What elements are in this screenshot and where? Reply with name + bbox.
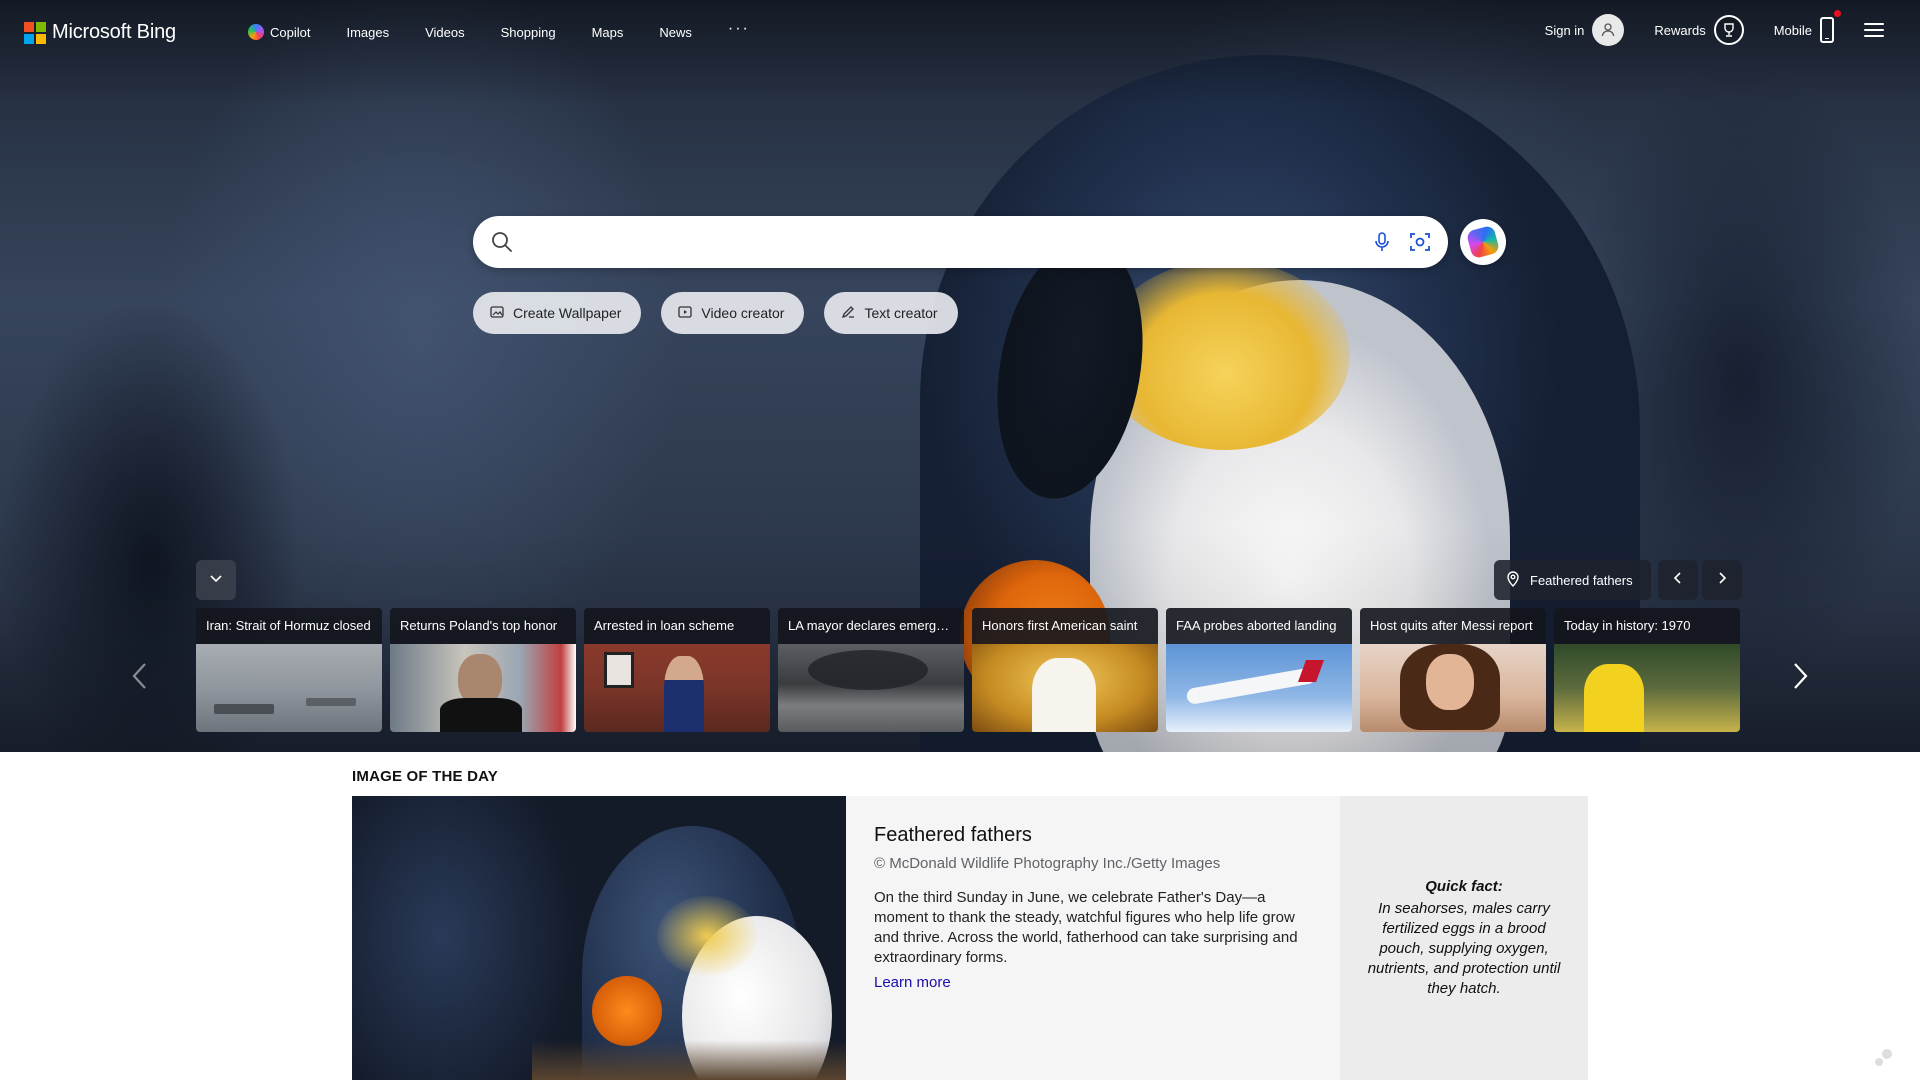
nav-shopping[interactable]: Shopping	[501, 25, 556, 40]
news-card[interactable]: Arrested in loan scheme	[584, 608, 770, 732]
news-card[interactable]: Honors first American saint	[972, 608, 1158, 732]
nav-label: Copilot	[270, 24, 311, 40]
location-label: Feathered fathers	[1530, 572, 1633, 588]
card-image	[972, 644, 1158, 732]
card-image	[1166, 644, 1352, 732]
card-title: Iran: Strait of Hormuz closed	[196, 608, 382, 644]
card-title: Today in history: 1970	[1554, 608, 1740, 644]
chip-label: Text creator	[864, 305, 938, 321]
iotd-credit: © McDonald Wildlife Photography Inc./Get…	[874, 855, 1221, 872]
bing-logo[interactable]: Microsoft Bing	[24, 21, 176, 44]
news-card[interactable]: Today in history: 1970	[1554, 608, 1740, 732]
user-avatar-icon	[1592, 14, 1625, 46]
phone-icon	[1820, 10, 1841, 43]
chip-label: Create Wallpaper	[513, 305, 622, 321]
more-menu-button[interactable]: ···	[728, 20, 750, 38]
iotd-image[interactable]	[352, 796, 846, 1080]
news-card[interactable]: Iran: Strait of Hormuz closed	[196, 608, 382, 732]
news-card[interactable]: Returns Poland's top honor	[390, 608, 576, 732]
logo-text: Microsoft Bing	[52, 21, 176, 43]
card-title: Returns Poland's top honor	[390, 608, 576, 644]
image-location-button[interactable]: Feathered fathers	[1494, 560, 1651, 600]
carousel-next-button[interactable]	[1782, 660, 1818, 696]
card-image	[778, 644, 964, 732]
sign-in-label: Sign in	[1544, 22, 1585, 38]
card-image	[584, 644, 770, 732]
account-nav: Sign in Rewards Mobile	[1515, 10, 1884, 46]
microsoft-logo-icon	[24, 21, 46, 44]
create-wallpaper-button[interactable]: Create Wallpaper	[473, 292, 642, 334]
trophy-icon	[1713, 15, 1744, 45]
video-creator-icon	[677, 304, 693, 323]
card-image	[1360, 644, 1546, 732]
card-title: FAA probes aborted landing	[1166, 608, 1352, 644]
mobile-label: Mobile	[1773, 22, 1812, 38]
chevron-left-icon	[130, 661, 150, 696]
carousel-prev-button[interactable]	[122, 660, 158, 696]
iotd-description: On the third Sunday in June, we celebrat…	[874, 889, 1298, 966]
quick-fact-label: Quick fact:	[1425, 877, 1503, 895]
collapse-feed-button[interactable]	[196, 560, 236, 600]
nav-maps[interactable]: Maps	[592, 25, 624, 40]
chevron-right-icon	[1790, 661, 1810, 696]
card-image	[1554, 644, 1740, 732]
chevron-down-icon	[209, 571, 223, 590]
nav-news[interactable]: News	[659, 25, 692, 40]
sign-in-button[interactable]: Sign in	[1545, 14, 1625, 46]
rewards-label: Rewards	[1654, 22, 1706, 38]
news-carousel: Iran: Strait of Hormuz closed Returns Po…	[196, 608, 1740, 732]
news-card[interactable]: FAA probes aborted landing	[1166, 608, 1352, 732]
iotd-details: Feathered fathers © McDonald Wildlife Ph…	[846, 796, 1340, 1080]
text-creator-icon	[840, 304, 856, 323]
iotd-title: Feathered fathers	[874, 824, 1032, 846]
nav-images[interactable]: Images	[346, 25, 389, 40]
notification-dot	[1834, 10, 1841, 17]
card-image	[196, 644, 382, 732]
iotd-section-label: IMAGE OF THE DAY	[352, 768, 498, 785]
chip-label: Video creator	[701, 305, 785, 321]
card-image	[390, 644, 576, 732]
copilot-button[interactable]	[1460, 219, 1506, 265]
search-input[interactable]	[525, 222, 1368, 262]
news-card[interactable]: LA mayor declares emergency	[778, 608, 964, 732]
creator-chips: Create Wallpaper Video creator Text crea…	[473, 292, 978, 334]
video-creator-button[interactable]: Video creator	[661, 292, 805, 334]
chevron-left-icon	[1672, 571, 1684, 590]
learn-more-link[interactable]: Learn more	[874, 974, 951, 991]
chevron-right-icon	[1716, 571, 1728, 590]
mobile-button[interactable]: Mobile	[1773, 10, 1841, 43]
quick-fact-text: In seahorses, males carry fertilized egg…	[1367, 899, 1561, 997]
copilot-icon	[248, 24, 264, 40]
image-of-the-day: Feathered fathers © McDonald Wildlife Ph…	[352, 796, 1588, 1080]
wallpaper-icon	[489, 304, 505, 323]
previous-image-button[interactable]	[1658, 560, 1698, 600]
nav-copilot[interactable]: Copilot	[248, 24, 310, 40]
microphone-icon[interactable]	[1368, 228, 1396, 256]
card-title: Honors first American saint	[972, 608, 1158, 644]
card-title: Arrested in loan scheme	[584, 608, 770, 644]
quick-fact-panel: Quick fact: In seahorses, males carry fe…	[1340, 796, 1588, 1080]
text-creator-button[interactable]: Text creator	[824, 292, 958, 334]
feedback-icon[interactable]	[1872, 1046, 1896, 1070]
card-title: Host quits after Messi report	[1360, 608, 1546, 644]
location-pin-icon	[1506, 570, 1520, 590]
rewards-button[interactable]: Rewards	[1654, 15, 1744, 45]
visual-search-icon[interactable]	[1406, 228, 1434, 256]
hamburger-menu-icon[interactable]	[1864, 23, 1884, 37]
news-card[interactable]: Host quits after Messi report	[1360, 608, 1546, 732]
nav-videos[interactable]: Videos	[425, 25, 465, 40]
search-box	[473, 216, 1448, 268]
main-nav: Copilot Images Videos Shopping Maps News…	[248, 20, 786, 40]
top-bar: Microsoft Bing Copilot Images Videos Sho…	[0, 0, 1920, 66]
card-title: LA mayor declares emergency	[778, 608, 964, 644]
next-image-button[interactable]	[1702, 560, 1742, 600]
search-icon[interactable]	[489, 229, 515, 255]
copilot-icon	[1465, 224, 1501, 260]
